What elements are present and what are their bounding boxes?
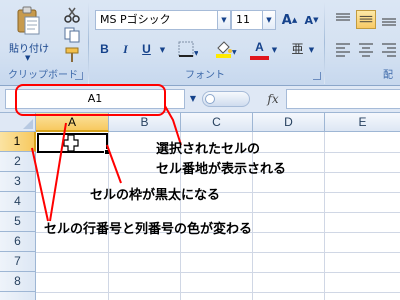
border-annotation: セルの枠が黒太になる: [90, 188, 221, 203]
chevron-down-icon: ▼: [25, 54, 31, 62]
ribbon: 貼り付け ▼ クリップボード MS Pゴシック ▼ 11 ▼ A▲ A▼ B I…: [0, 0, 400, 86]
column-header-a[interactable]: A: [36, 113, 109, 132]
clipboard-launcher-icon[interactable]: [75, 72, 83, 80]
row-header-3[interactable]: 3: [0, 172, 36, 192]
group-divider: [324, 2, 325, 84]
clipboard-group-caption: クリップボード: [8, 70, 78, 81]
select-all-icon: [23, 119, 33, 129]
align-bottom-icon[interactable]: [379, 10, 399, 29]
row-header-6[interactable]: 6: [0, 232, 36, 252]
column-header-e[interactable]: E: [325, 113, 400, 132]
font-size-field[interactable]: 11: [231, 10, 263, 30]
formula-bar: A1 ▼ fx: [0, 86, 400, 113]
paste-label: 貼り付け: [9, 44, 49, 55]
gridline: [36, 252, 400, 253]
gridline: [36, 212, 400, 213]
phonetic-dropdown[interactable]: ▼: [305, 41, 318, 59]
group-divider: [88, 2, 89, 84]
row-header-7[interactable]: 7: [0, 252, 36, 272]
cut-icon[interactable]: [62, 6, 82, 24]
cell-cursor-icon: [63, 134, 79, 152]
font-name-dropdown[interactable]: ▼: [218, 10, 231, 30]
font-size-dropdown[interactable]: ▼: [263, 10, 276, 30]
row-header-1[interactable]: 1: [0, 132, 36, 152]
insert-function-button[interactable]: fx: [262, 89, 284, 109]
formula-input[interactable]: [286, 89, 400, 109]
underline-dropdown[interactable]: ▼: [156, 41, 169, 59]
font-launcher-icon[interactable]: [313, 72, 321, 80]
fill-color-icon[interactable]: ▼: [214, 40, 238, 58]
paste-icon: [17, 6, 40, 35]
copy-icon[interactable]: [62, 26, 82, 44]
align-right-icon[interactable]: [379, 40, 399, 59]
circle-icon: [205, 94, 215, 104]
alignment-group-caption: 配: [383, 70, 393, 81]
column-header-b[interactable]: B: [109, 113, 181, 132]
align-middle-icon[interactable]: [356, 10, 376, 29]
fill-handle[interactable]: [104, 149, 110, 155]
name-box[interactable]: A1: [5, 89, 185, 109]
align-center-icon[interactable]: [356, 40, 376, 59]
borders-icon[interactable]: ▼: [176, 40, 198, 58]
row-header-5[interactable]: 5: [0, 212, 36, 232]
row-header-4[interactable]: 4: [0, 192, 36, 212]
name-box-dropdown[interactable]: ▼: [186, 89, 200, 109]
row-header-partial: [0, 292, 36, 300]
grow-font-button[interactable]: A▲: [280, 11, 299, 30]
row-header-8[interactable]: 8: [0, 272, 36, 292]
shrink-font-button[interactable]: A▼: [302, 11, 321, 30]
align-top-icon[interactable]: [333, 10, 353, 29]
column-header-c[interactable]: C: [181, 113, 253, 132]
underline-button[interactable]: U: [137, 40, 156, 59]
namebox-annotation-line1: 選択されたセルの: [156, 142, 261, 157]
font-name-field[interactable]: MS Pゴシック: [95, 10, 218, 30]
svg-text:▼: ▼: [194, 50, 198, 57]
font-color-button[interactable]: A: [250, 40, 269, 60]
format-painter-icon[interactable]: [62, 46, 82, 64]
gridline: [36, 272, 400, 273]
align-left-icon[interactable]: [333, 40, 353, 59]
italic-button[interactable]: I: [116, 40, 135, 59]
bold-button[interactable]: B: [95, 40, 114, 59]
svg-text:▼: ▼: [232, 49, 237, 56]
headers-annotation: セルの行番号と列番号の色が変わる: [44, 222, 253, 237]
namebox-annotation-line2: セル番地が表示される: [156, 162, 287, 177]
gridline: [108, 132, 109, 300]
gridline: [36, 292, 400, 293]
select-all-button[interactable]: [0, 113, 36, 132]
column-header-d[interactable]: D: [253, 113, 325, 132]
gridline: [324, 132, 325, 300]
font-group-caption: フォント: [185, 70, 225, 81]
font-color-dropdown[interactable]: ▼: [268, 41, 281, 59]
row-header-2[interactable]: 2: [0, 152, 36, 172]
paste-button[interactable]: 貼り付け ▼: [3, 4, 55, 64]
formula-bar-resize-handle[interactable]: [202, 91, 250, 107]
shrink-font-label: A: [304, 14, 314, 27]
grow-font-label: A: [281, 13, 292, 28]
